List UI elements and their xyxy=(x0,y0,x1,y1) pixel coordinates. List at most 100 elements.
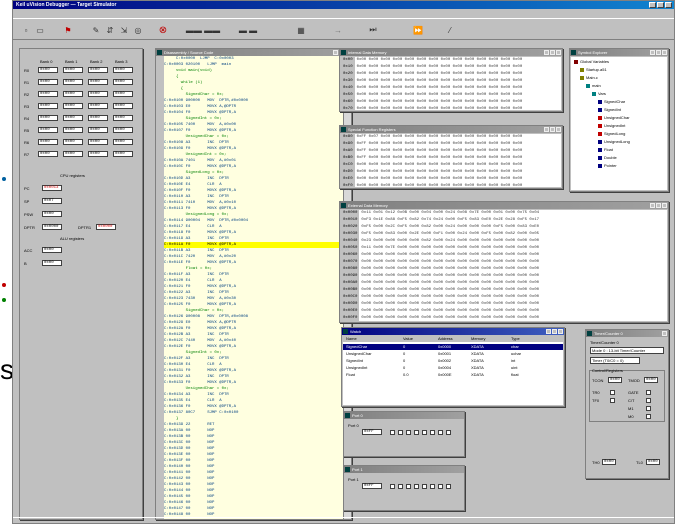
tree-item[interactable]: Float xyxy=(598,147,613,153)
memory-bytes[interactable]: 0x00 0x00 0x00 0x00 0x00 0x00 0x00 0x00 … xyxy=(359,302,539,306)
memory-row[interactable]: 0x0010 0xF3 0x1E 0x88 0xF5 0x82 0x74 0x24… xyxy=(341,217,667,224)
memory-bytes[interactable]: 0x00 0x00 0x00 0x00 0x00 0x00 0x00 0x00 … xyxy=(355,163,523,167)
memory-bytes[interactable]: 0x00 0x00 0x00 0x00 0x00 0x00 0x00 0x00 … xyxy=(355,107,523,111)
watch-column-header[interactable]: Type xyxy=(511,336,520,341)
cpu-register-value[interactable]: 0x0000 xyxy=(96,224,116,230)
timer-flag-checkbox[interactable] xyxy=(646,398,651,403)
timer-flag-checkbox[interactable] xyxy=(646,414,651,419)
th0-value[interactable]: 0x00 xyxy=(602,459,616,465)
port-pin-checkbox[interactable] xyxy=(414,484,419,489)
memory-bytes[interactable]: 0x00 0x00 0x00 0x00 0x00 0x00 0x00 0x00 … xyxy=(355,86,523,90)
memory-row[interactable]: 0x00C0 0x00 0x00 0x00 0x00 0x00 0x00 0x00… xyxy=(341,294,667,301)
register-value-field[interactable]: 0x00 xyxy=(63,79,83,85)
register-value-field[interactable]: 0x00 xyxy=(38,115,58,121)
register-value-field[interactable]: 0x00 xyxy=(63,127,83,133)
port1-value[interactable]: 0xFF xyxy=(362,483,382,489)
register-value-field[interactable]: 0x00 xyxy=(63,67,83,73)
memory-row[interactable]: 0x00B0 0x00 0x00 0x00 0x00 0x00 0x00 0x00… xyxy=(341,287,667,294)
register-value-field[interactable]: 0x00 xyxy=(113,139,133,145)
minimize-button[interactable] xyxy=(546,329,551,334)
timer-flag-checkbox[interactable] xyxy=(610,390,615,395)
memory-bytes[interactable]: 0x00 0x00 0x00 0x00 0x00 0x00 0x00 0x00 … xyxy=(359,260,539,264)
maximize-button[interactable] xyxy=(550,127,555,132)
tree-item[interactable]: Double xyxy=(598,155,617,161)
memory-row[interactable]: 0x60 0x00 0x00 0x00 0x00 0x00 0x00 0x00 0… xyxy=(341,99,561,106)
tmod-value[interactable]: 0x00 xyxy=(644,377,658,383)
memory-row[interactable]: 0xE0 0x00 0x00 0x00 0x00 0x00 0x00 0x00 0… xyxy=(341,176,561,183)
breakpoint-gutter[interactable] xyxy=(156,56,164,519)
register-value-field[interactable]: 0x00 xyxy=(63,103,83,109)
timer-flag-checkbox[interactable] xyxy=(646,390,651,395)
port-pin-checkbox[interactable] xyxy=(438,430,443,435)
memory-bytes[interactable]: 0x00 0x00 0x00 0x00 0x00 0x00 0x00 0x00 … xyxy=(355,65,523,69)
edit-icon[interactable]: ⁄ xyxy=(445,25,455,35)
memory-row[interactable]: 0x00 0x00 0x00 0x00 0x00 0x00 0x00 0x00 0… xyxy=(341,57,561,64)
register-value-field[interactable]: 0x00 xyxy=(38,103,58,109)
memory-bytes[interactable]: 0x00 0x00 0x00 0x00 0x00 0x00 0x00 0x00 … xyxy=(359,274,539,278)
register-value-field[interactable]: 0x00 xyxy=(113,79,133,85)
memory-row[interactable]: 0x40 0x00 0x00 0x00 0x00 0x00 0x00 0x00 0… xyxy=(341,85,561,92)
step-over-icon[interactable]: ⇵ xyxy=(105,25,115,35)
memory-bytes[interactable]: 0x00 0x00 0x00 0x00 0x00 0x00 0x00 0x00 … xyxy=(355,79,523,83)
minimize-button[interactable] xyxy=(650,203,655,208)
watch-table[interactable]: Name Value Address Memory Type SignedChar 0 0x0… xyxy=(343,336,563,405)
memory-row[interactable]: 0x00E0 0x00 0x00 0x00 0x00 0x00 0x00 0x00… xyxy=(341,308,667,315)
run-to-cursor-icon[interactable]: ⇲ xyxy=(119,25,129,35)
memory-bytes[interactable]: 0x00 0x00 0x00 0x00 0x00 0x00 0x00 0x00 … xyxy=(359,309,539,313)
port-pin-checkbox[interactable] xyxy=(398,484,403,489)
port-pin-checkbox[interactable] xyxy=(446,484,451,489)
timer-flag-checkbox[interactable] xyxy=(610,398,615,403)
register-value-field[interactable]: 0x00 xyxy=(88,67,108,73)
tree-item[interactable]: SignedLong xyxy=(598,131,625,137)
memory-row[interactable]: 0x0000 0x11 0x01 0x12 0x0B 0x00 0x04 0x00… xyxy=(341,210,667,217)
port-pin-checkbox[interactable] xyxy=(430,484,435,489)
memory-bytes[interactable]: 0x00 0x00 0x00 0x00 0x00 0x00 0x00 0x00 … xyxy=(355,100,523,104)
tl0-value[interactable]: 0x00 xyxy=(646,459,660,465)
close-button[interactable] xyxy=(662,203,667,208)
memory-bytes[interactable]: 0x11 0x01 0x12 0x0B 0x00 0x04 0x00 0x24 … xyxy=(359,211,539,215)
memory-row[interactable]: 0x0080 0x00 0x00 0x00 0x00 0x00 0x00 0x00… xyxy=(341,266,667,273)
memory-row[interactable]: 0xA0 0xFF 0x00 0x00 0x00 0x00 0x00 0x00 0… xyxy=(341,148,561,155)
timer-flag-checkbox[interactable] xyxy=(646,406,651,411)
register-value-field[interactable]: 0x00 xyxy=(113,91,133,97)
tree-item[interactable]: SignedChar xyxy=(598,99,625,105)
alu-register-value[interactable]: 0x00 xyxy=(42,260,62,266)
memory-row[interactable]: 0x00D0 0x00 0x00 0x00 0x00 0x00 0x00 0x00… xyxy=(341,301,667,308)
port-pin-checkbox[interactable] xyxy=(422,430,427,435)
breakpoint-icon[interactable]: ◎ xyxy=(133,25,143,35)
memory-row[interactable]: 0xB0 0xFF 0x00 0x00 0x00 0x00 0x00 0x00 0… xyxy=(341,155,561,162)
maximize-button[interactable] xyxy=(657,2,664,8)
memory-row[interactable]: 0x70 0x00 0x00 0x00 0x00 0x00 0x00 0x00 0… xyxy=(341,106,561,111)
disassembly-listing[interactable]: C:0x0000 LJMP C:0x0003 C:0x0003 020100 LJ… xyxy=(164,56,343,519)
minimize-button[interactable] xyxy=(649,2,656,8)
watch-column-header[interactable]: Memory xyxy=(471,336,485,341)
close-button[interactable] xyxy=(662,50,667,55)
symbol-tree[interactable]: Global Variables Startup.a51 Main.c main Var… xyxy=(571,57,667,190)
register-value-field[interactable]: 0x00 xyxy=(63,139,83,145)
register-value-field[interactable]: 0x00 xyxy=(88,79,108,85)
register-value-field[interactable]: 0x00 xyxy=(63,115,83,121)
register-value-field[interactable]: 0x00 xyxy=(88,115,108,121)
watch-column-header[interactable]: Value xyxy=(403,336,413,341)
go-back-icon[interactable]: → xyxy=(333,25,343,35)
minimize-button[interactable] xyxy=(333,50,338,55)
memory-row[interactable]: 0x10 0x00 0x00 0x00 0x00 0x00 0x00 0x00 0… xyxy=(341,64,561,71)
close-button[interactable] xyxy=(558,329,563,334)
register-value-field[interactable]: 0x00 xyxy=(113,115,133,121)
memory-row[interactable]: 0x0070 0x00 0x00 0x00 0x00 0x00 0x00 0x00… xyxy=(341,259,667,266)
memory-bytes[interactable]: 0xFF 0x07 0x00 0x00 0x00 0x00 0x00 0x00 … xyxy=(355,135,523,139)
register-value-field[interactable]: 0x00 xyxy=(113,67,133,73)
memory-row[interactable]: 0xF0 0x00 0x00 0x00 0x00 0x00 0x00 0x00 0… xyxy=(341,183,561,188)
register-value-field[interactable]: 0x00 xyxy=(38,139,58,145)
register-value-field[interactable]: 0x00 xyxy=(38,127,58,133)
memory-bytes[interactable]: 0x00 0x00 0x00 0x00 0x00 0x00 0x00 0x00 … xyxy=(359,288,539,292)
watch-row[interactable]: SignedChar 0 0x0000 XDATA char xyxy=(343,344,563,350)
alu-register-value[interactable]: 0x00 xyxy=(42,247,62,253)
memory-row[interactable]: 0x0040 0x23 0x00 0x00 0x00 0x00 0x82 0x00… xyxy=(341,238,667,245)
tree-item[interactable]: Global Variables xyxy=(574,59,609,65)
port-pin-checkbox[interactable] xyxy=(422,484,427,489)
memory-row[interactable]: 0x00F0 0x00 0x00 0x00 0x00 0x00 0x00 0x00… xyxy=(341,315,667,322)
memory-row[interactable]: 0xC0 0x00 0x00 0x00 0x00 0x00 0x00 0x00 0… xyxy=(341,162,561,169)
memory-bytes[interactable]: 0x00 0x00 0x00 0x00 0x00 0x00 0x00 0x00 … xyxy=(359,281,539,285)
register-value-field[interactable]: 0x00 xyxy=(88,103,108,109)
